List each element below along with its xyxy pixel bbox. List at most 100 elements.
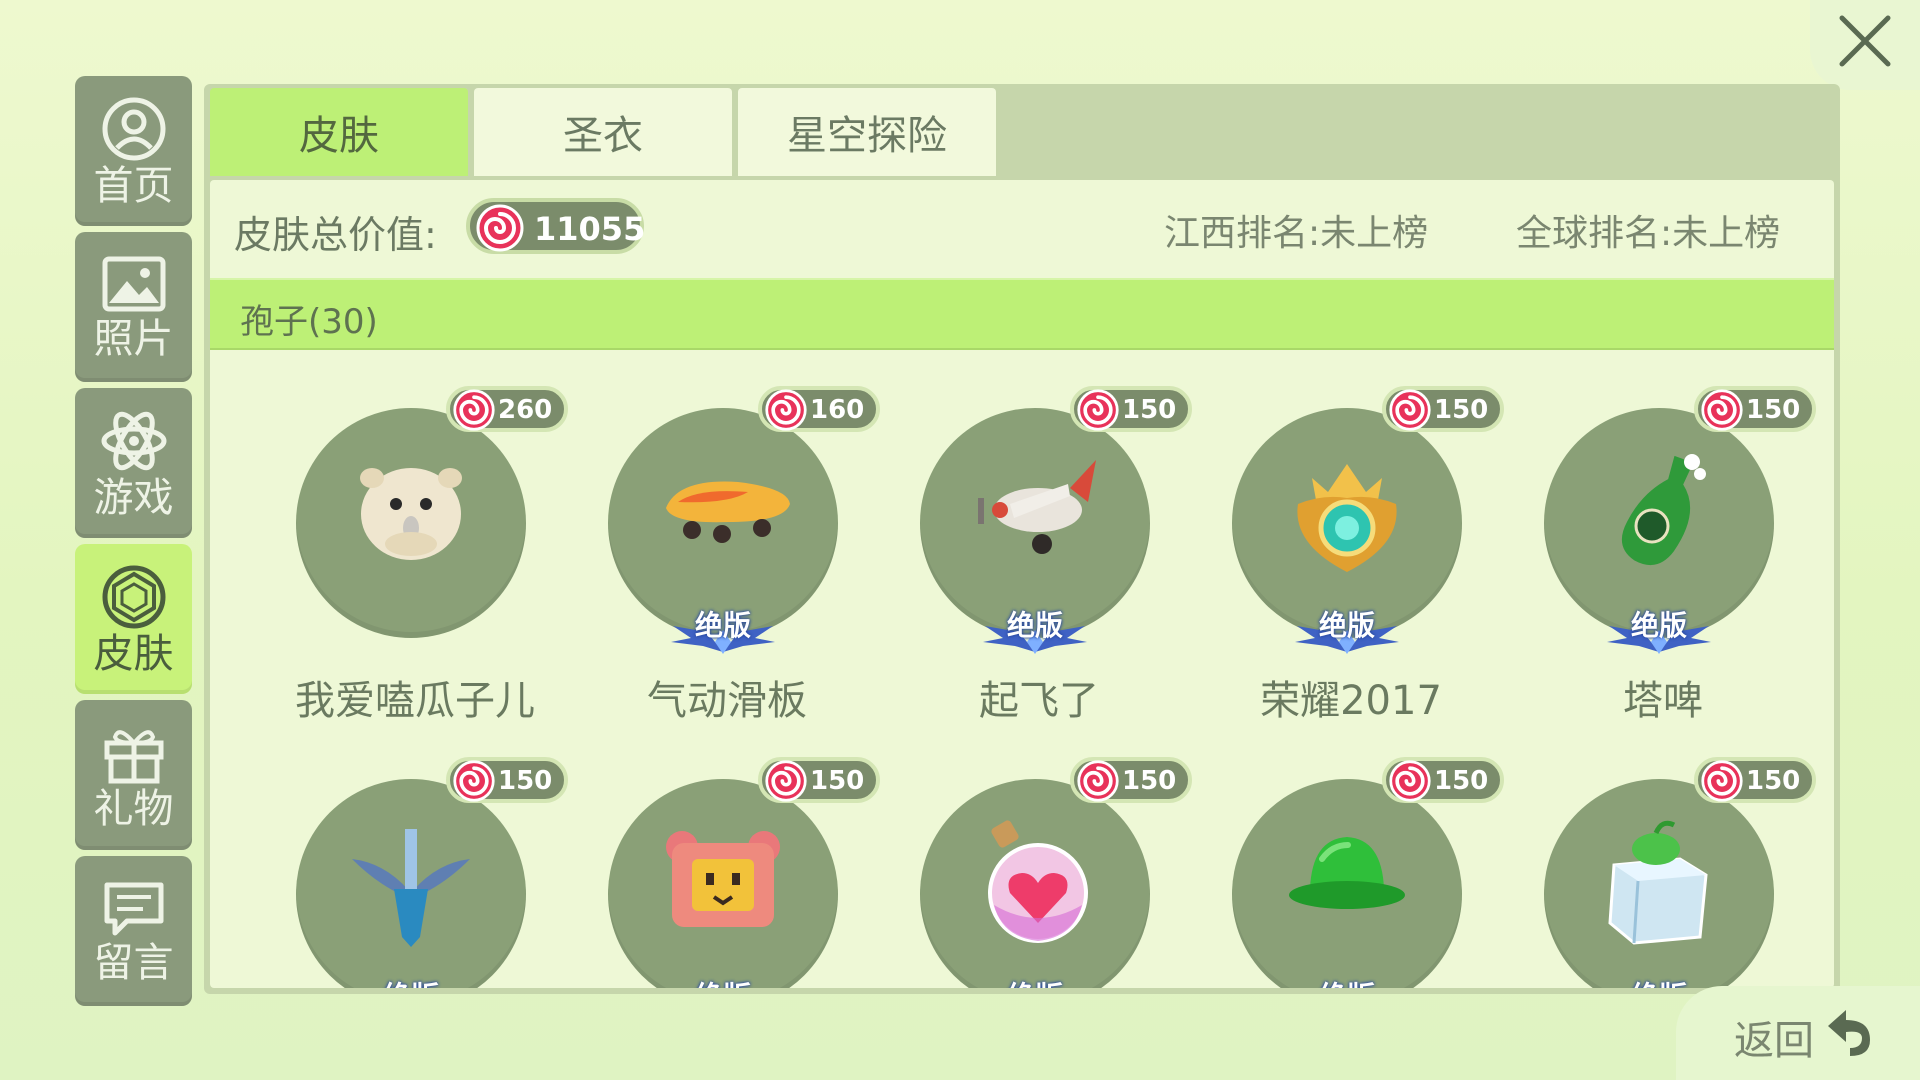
price-value: 150 [1434,395,1489,425]
sidebar-item-photos[interactable]: 照片 [75,232,192,382]
sidebar-item-skins[interactable]: 皮肤 [75,544,192,694]
heart-potion-icon [988,820,1088,943]
skin-gem-icon [102,565,165,629]
price-value: 150 [1746,766,1801,796]
price-badge: 150 [1382,386,1504,432]
skateboard-icon [666,481,790,543]
discontinued-badge: 绝版 [667,602,779,654]
total-value: 11055 [534,210,646,248]
skins-content: 皮肤总价值: 11055 江西排名:未上榜 全球排名:未上榜 孢子(30) 26… [210,180,1834,988]
discontinued-badge: 绝版 [355,973,467,988]
candy-coin-icon [1389,389,1431,431]
candy-coin-icon [476,204,524,252]
candy-coin-icon [1701,760,1743,802]
skin-item[interactable]: 260 我爱嗑瓜子儿 [250,386,568,746]
price-badge: 150 [1070,386,1192,432]
skin-name: 荣耀2017 [1260,678,1442,724]
app-root: 首页 照片 游戏 皮肤 礼物 留言 皮肤 圣衣 星空探险 皮肤总价值: 1105… [0,0,1920,1080]
tab-skins[interactable]: 皮肤 [210,88,468,176]
region-rank: 江西排名:未上榜 [1164,213,1429,254]
atom-icon [101,411,166,471]
sidebar-label: 留言 [93,940,174,986]
badge-label: 绝版 [694,609,751,642]
tab-star-adventure[interactable]: 星空探险 [738,88,996,176]
price-value: 150 [810,766,865,796]
price-badge: 150 [1382,757,1504,803]
discontinued-badge: 绝版 [979,973,1091,988]
sidebar-item-messages[interactable]: 留言 [75,856,192,1006]
badge-label: 绝版 [667,975,779,988]
skin-item[interactable]: 绝版 150 起飞了 [874,386,1192,746]
tab-saint-cloth[interactable]: 圣衣 [474,88,732,176]
price-badge: 160 [758,386,880,432]
message-icon [104,882,163,936]
green-hat-icon [1289,837,1405,909]
ice-cube-icon [1608,820,1708,945]
category-header[interactable]: 孢子(30) [210,278,1834,350]
candy-coin-icon [453,389,495,431]
tab-bar: 皮肤 圣衣 星空探险 [210,88,1002,178]
sidebar-item-home[interactable]: 首页 [75,76,192,226]
category-label: 孢子(30) [240,302,378,342]
skin-item[interactable]: 绝版 150 [562,757,880,988]
price-value: 150 [498,766,553,796]
sword-icon [352,829,470,947]
badge-label: 绝版 [1006,609,1063,642]
skin-item[interactable]: 绝版 160 气动滑板 [562,386,880,746]
skin-name: 塔啤 [1623,678,1703,724]
gift-icon [104,730,163,784]
photo-icon [102,256,165,312]
price-badge: 260 [446,386,568,432]
skin-item[interactable]: 绝版 150 [250,757,568,988]
badge-label: 绝版 [1603,975,1715,988]
candy-coin-icon [453,760,495,802]
badge-label: 绝版 [355,975,467,988]
badge-label: 绝版 [1318,609,1375,642]
skin-item[interactable]: 绝版 150 塔啤 [1498,386,1816,746]
crown-emblem-icon [1297,464,1397,572]
sidebar-item-games[interactable]: 游戏 [75,388,192,538]
discontinued-badge: 绝版 [1291,973,1403,988]
badge-label: 绝版 [979,975,1091,988]
price-badge: 150 [1694,757,1816,803]
total-value-badge: 11055 [466,198,646,254]
skin-item[interactable]: 绝版 150 [1498,757,1816,988]
price-badge: 150 [1694,386,1816,432]
skin-item[interactable]: 绝版 150 荣耀2017 [1186,386,1504,746]
candy-coin-icon [1701,389,1743,431]
skin-name: 气动滑板 [647,678,807,724]
price-value: 260 [498,395,553,425]
hamster-icon [360,468,462,560]
candy-coin-icon [1077,760,1119,802]
skin-item[interactable]: 绝版 150 [874,757,1192,988]
total-value-label: 皮肤总价值: [234,213,437,257]
skin-name: 我爱嗑瓜子儿 [295,678,535,724]
sidebar-item-gifts[interactable]: 礼物 [75,700,192,850]
user-icon [102,97,165,161]
back-arrow-icon [1828,1010,1870,1056]
discontinued-badge: 绝版 [1603,973,1715,988]
price-badge: 150 [758,757,880,803]
price-value: 150 [1434,766,1489,796]
sidebar-label: 皮肤 [93,631,174,677]
sidebar-label: 游戏 [93,475,174,521]
badge-label: 绝版 [1630,609,1687,642]
price-badge: 150 [446,757,568,803]
discontinued-badge: 绝版 [979,602,1091,654]
back-button[interactable]: 返回 [1676,986,1920,1080]
close-button[interactable] [1810,0,1920,90]
sidebar-label: 首页 [93,163,174,209]
candy-coin-icon [765,760,807,802]
sidebar: 首页 照片 游戏 皮肤 礼物 留言 [75,76,192,1012]
back-label: 返回 [1734,1018,1814,1064]
sidebar-label: 礼物 [93,786,174,832]
skin-name: 起飞了 [979,678,1099,724]
skin-item[interactable]: 绝版 150 [1186,757,1504,988]
airplane-icon [978,460,1096,554]
price-value: 160 [810,395,865,425]
skins-panel: 皮肤 圣衣 星空探险 皮肤总价值: 11055 江西排名:未上榜 全球排名:未上… [204,84,1840,994]
discontinued-badge: 绝版 [667,973,779,988]
summary-row: 皮肤总价值: 11055 江西排名:未上榜 全球排名:未上榜 [210,180,1834,270]
discontinued-badge: 绝版 [1291,602,1403,654]
badge-label: 绝版 [1291,975,1403,988]
